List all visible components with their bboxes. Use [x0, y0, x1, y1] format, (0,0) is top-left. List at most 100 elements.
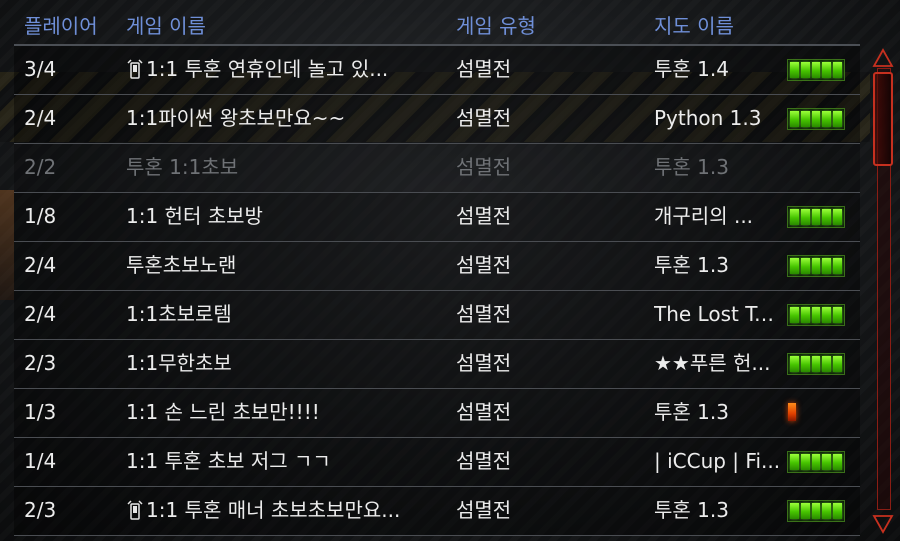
connection-quality-indicator: [787, 59, 845, 81]
connection-bar-segment: [811, 258, 821, 274]
player-count: 2/3: [24, 498, 57, 522]
map-name: 투혼 1.3: [654, 400, 729, 424]
game-row[interactable]: 1/8 1:1 헌터 초보방 섬멸전 개구리의 ...: [14, 193, 860, 242]
connection-bar-segment: [811, 454, 821, 470]
game-name: 투혼 1:1초보: [126, 155, 239, 179]
game-name-cell: 1:1초보로템: [126, 291, 444, 339]
scroll-thumb[interactable]: [873, 72, 893, 166]
game-name: 투혼초보노랜: [126, 253, 237, 277]
connection-bar-segment: [811, 111, 821, 127]
column-header-map-name[interactable]: 지도 이름: [654, 10, 734, 39]
game-list: 3/4 1:1 투혼 연휴인데 놀고 있... 섬멸전 투혼 1.4 2/4 1:1파이썬…: [14, 46, 860, 541]
game-name: 1:1 투혼 연휴인데 놀고 있...: [146, 57, 389, 81]
connection-bar-segment: [833, 356, 842, 372]
game-row[interactable]: 1/4 1:1 투혼 초보 저그 ㄱㄱ 섬멸전 | iCCup | Fi...: [14, 438, 860, 487]
connection-bar-segment: [833, 307, 842, 323]
connection-bar-segment: [790, 503, 799, 519]
game-name-cell: 1:1 투혼 초보 저그 ㄱㄱ: [126, 438, 444, 486]
game-row[interactable]: 1/3 1:1 손 느린 초보만!!!! 섬멸전 투혼 1.3: [14, 389, 860, 438]
game-row[interactable]: 2/4 투혼초보노랜 섬멸전 투혼 1.3: [14, 242, 860, 291]
game-row: 2/2 투혼 1:1초보 섬멸전 투혼 1.3: [14, 144, 860, 193]
connection-bar-segment: [790, 356, 799, 372]
connection-quality-indicator: [787, 500, 845, 522]
connection-bar-segment: [790, 307, 799, 323]
game-name-cell: 1:1파이썬 왕초보만요~~: [126, 95, 444, 143]
game-name-cell: 투혼 1:1초보: [126, 144, 444, 192]
game-name: 1:1 투혼 초보 저그 ㄱㄱ: [126, 449, 331, 473]
connection-bar-segment: [822, 62, 832, 78]
map-name: 투혼 1.3: [654, 253, 729, 277]
game-name-cell: 1:1 헌터 초보방: [126, 193, 444, 241]
connection-bar-segment: [790, 62, 799, 78]
connection-bar-segment: [800, 307, 810, 323]
list-header: 플레이어 게임 이름 게임 유형 지도 이름: [14, 0, 860, 46]
column-header-players[interactable]: 플레이어: [24, 10, 98, 39]
mobile-phone-icon: [127, 58, 143, 79]
connection-bar-segment: [811, 356, 821, 372]
game-type: 섬멸전: [456, 253, 512, 277]
game-name: 1:1무한초보: [126, 351, 232, 375]
map-name: ★★푸른 헌...: [654, 351, 771, 375]
game-name: 1:1 투혼 매너 초보초보만요...: [146, 498, 401, 522]
connection-bar-segment: [833, 111, 842, 127]
connection-bar-segment: [822, 503, 832, 519]
player-count: 1/3: [24, 400, 57, 424]
scroll-down-arrow-icon[interactable]: [872, 514, 894, 534]
player-count: 2/4: [24, 302, 57, 326]
connection-bar-segment: [833, 454, 842, 470]
player-count: 1/8: [24, 204, 57, 228]
game-row[interactable]: 2/4 1:1초보로템 섬멸전 The Lost Te...: [14, 291, 860, 340]
connection-bar-segment: [822, 111, 832, 127]
game-type: 섬멸전: [456, 106, 512, 130]
connection-bar-segment: [833, 209, 842, 225]
connection-bar-segment: [790, 454, 799, 470]
game-type: 섬멸전: [456, 204, 512, 228]
map-name: 투혼 1.4: [654, 57, 729, 81]
game-lobby-screen: 플레이어 게임 이름 게임 유형 지도 이름 3/4 1:1 투혼 연휴인데 놀고…: [0, 0, 900, 541]
game-name-cell: 1:1 손 느린 초보만!!!!: [126, 389, 444, 437]
connection-quality-indicator: [788, 403, 796, 421]
side-glow-decoration: [0, 190, 14, 300]
game-type: 섬멸전: [456, 498, 512, 522]
connection-quality-indicator: [787, 353, 845, 375]
player-count: 2/2: [24, 155, 57, 179]
game-row[interactable]: 2/3 1:1 투혼 매너 초보초보만요... 섬멸전 투혼 1.3: [14, 487, 860, 536]
scrollbar[interactable]: [870, 44, 896, 541]
connection-bar-segment: [822, 307, 832, 323]
game-name-cell: 1:1 투혼 매너 초보초보만요...: [126, 487, 444, 535]
connection-bar-segment: [800, 62, 810, 78]
scroll-up-arrow-icon[interactable]: [872, 48, 894, 68]
connection-bar-segment: [790, 258, 799, 274]
connection-bar-segment: [800, 503, 810, 519]
game-name: 1:1초보로템: [126, 302, 232, 326]
connection-bar-segment: [800, 258, 810, 274]
game-name-cell: 1:1 투혼 연휴인데 놀고 있...: [126, 46, 444, 94]
game-row[interactable]: 2/3 1:1무한초보 섬멸전 ★★푸른 헌...: [14, 340, 860, 389]
player-count: 1/4: [24, 449, 57, 473]
map-name: | iCCup | Fi...: [654, 449, 781, 473]
connection-bar-segment: [811, 209, 821, 225]
connection-bar-segment: [790, 209, 799, 225]
game-name-cell: 투혼초보노랜: [126, 242, 444, 290]
game-row[interactable]: 2/4 1:1파이썬 왕초보만요~~ 섬멸전 Python 1.3: [14, 95, 860, 144]
connection-bar-segment: [800, 209, 810, 225]
player-count: 2/4: [24, 106, 57, 130]
connection-bar-segment: [790, 111, 799, 127]
connection-bar-segment: [800, 454, 810, 470]
game-row[interactable]: 3/4 1:1 투혼 연휴인데 놀고 있... 섬멸전 투혼 1.4: [14, 46, 860, 95]
column-header-game-type[interactable]: 게임 유형: [456, 10, 536, 39]
connection-bar-segment: [833, 258, 842, 274]
connection-bar-segment: [811, 62, 821, 78]
connection-quality-indicator: [787, 206, 845, 228]
game-name: 1:1파이썬 왕초보만요~~: [126, 106, 346, 130]
column-header-game-name[interactable]: 게임 이름: [126, 10, 206, 39]
game-type: 섬멸전: [456, 57, 512, 81]
game-type: 섬멸전: [456, 400, 512, 424]
game-name-cell: 1:1무한초보: [126, 340, 444, 388]
connection-bar-segment: [822, 454, 832, 470]
game-type: 섬멸전: [456, 302, 512, 326]
connection-bar-segment: [811, 503, 821, 519]
map-name: The Lost Te...: [654, 302, 782, 326]
connection-bar-segment: [833, 503, 842, 519]
connection-bar-segment: [811, 307, 821, 323]
